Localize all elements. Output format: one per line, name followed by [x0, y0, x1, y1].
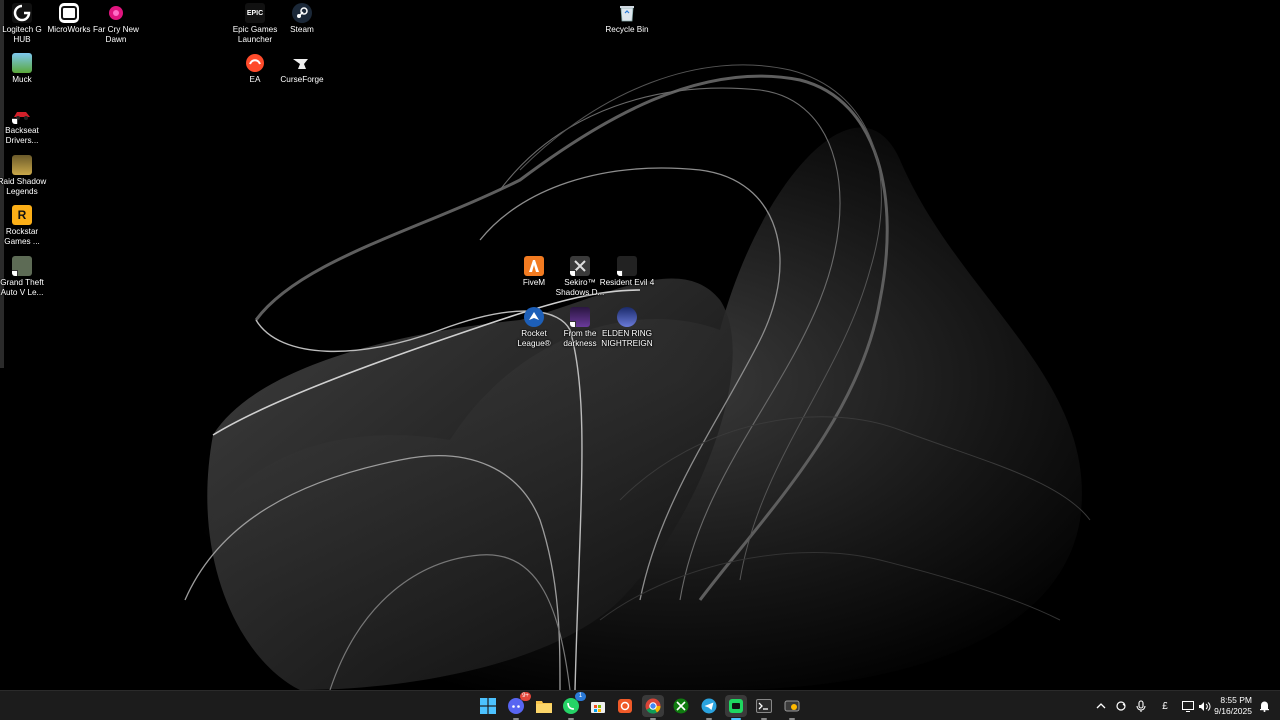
desktop-icon-label: Raid Shadow Legends — [0, 177, 47, 196]
desktop-icon-resident-evil-4[interactable]: Resident Evil 4 — [599, 256, 655, 288]
shortcut-arrow-icon — [570, 321, 576, 327]
taskbar-gamebar[interactable] — [781, 695, 803, 720]
discord-badge: 9+ — [520, 692, 531, 701]
desktop-icon-label: Rockstar Games ... — [4, 227, 40, 246]
taskbar-xbox[interactable] — [670, 695, 692, 717]
sekiro-icon — [570, 256, 590, 276]
taskbar-clock[interactable]: 8:55 PM 9/16/2025 — [1214, 695, 1252, 717]
muck-icon — [12, 53, 32, 73]
desktop-icon-label: Steam — [290, 25, 314, 34]
taskbar-telegram[interactable] — [698, 695, 720, 720]
from-the-darkness-icon — [570, 307, 590, 327]
green-app-icon — [729, 699, 743, 713]
recycle-bin-icon — [617, 3, 637, 23]
desktop-icon-far-cry-new-dawn[interactable]: Far Cry New Dawn — [88, 3, 144, 45]
gamebar-icon — [784, 700, 800, 712]
raid-shadow-legends-icon — [12, 155, 32, 175]
taskbar: 9+ 1 £ 8:55 PM 9/16/2025 — [0, 690, 1280, 720]
windows-logo-icon — [480, 698, 496, 714]
desktop-icon-recycle-bin[interactable]: Recycle Bin — [599, 3, 655, 35]
curseforge-icon — [292, 53, 312, 73]
shortcut-arrow-icon — [617, 270, 623, 276]
desktop-icon-elden-ring-nightreign[interactable]: ELDEN RING NIGHTREIGN — [599, 307, 655, 349]
desktop-icon-label: Grand Theft Auto V Le... — [0, 278, 44, 297]
shortcut-arrow-icon — [570, 270, 576, 276]
tray-volume-icon[interactable] — [1197, 699, 1211, 713]
desktop-icon-label: ELDEN RING NIGHTREIGN — [601, 329, 653, 348]
desktop-icon-muck[interactable]: Muck — [0, 53, 50, 85]
chrome-icon — [645, 698, 661, 714]
gta-v-icon — [12, 256, 32, 276]
rocket-league-icon — [524, 307, 544, 327]
resident-evil-4-icon — [617, 256, 637, 276]
tray-overflow-chevron-icon[interactable] — [1094, 699, 1108, 713]
shortcut-arrow-icon — [12, 118, 18, 124]
shortcut-arrow-icon — [12, 270, 18, 276]
tray-network-icon[interactable] — [1181, 699, 1195, 713]
taskbar-chrome[interactable] — [642, 695, 664, 720]
tray-microphone-icon[interactable] — [1134, 699, 1148, 713]
epic-games-icon: EPIC — [245, 3, 265, 23]
tray-language-indicator[interactable]: £ — [1158, 699, 1172, 713]
desktop-icon-gta-v[interactable]: Grand Theft Auto V Le... — [0, 256, 50, 298]
taskbar-file-explorer[interactable] — [533, 695, 555, 717]
telegram-icon — [701, 698, 717, 714]
desktop-icon-label: CurseForge — [280, 75, 324, 84]
store-icon — [591, 702, 605, 713]
taskbar-whatsapp[interactable]: 1 — [560, 692, 586, 720]
taskbar-discord[interactable]: 9+ — [505, 692, 531, 720]
elden-ring-nightreign-icon — [617, 307, 637, 327]
taskbar-terminal[interactable] — [753, 695, 775, 720]
steam-icon — [292, 3, 312, 23]
desktop-icon-label: Resident Evil 4 — [599, 278, 655, 287]
start-button[interactable] — [477, 695, 499, 717]
desktop-icon-label: Backseat Drivers... — [5, 126, 39, 145]
tray-sync-icon[interactable] — [1114, 699, 1128, 713]
ea-icon — [245, 53, 265, 73]
desktop-icon-curseforge[interactable]: CurseForge — [274, 53, 330, 85]
clock-time: 8:55 PM — [1220, 695, 1252, 705]
rockstar-icon: R — [12, 205, 32, 225]
terminal-icon — [756, 699, 772, 713]
logitech-g-icon — [12, 3, 32, 23]
desktop-icon-label: Muck — [12, 75, 32, 84]
taskbar-snipping-tool[interactable] — [614, 695, 636, 717]
desktop-icon-backseat-drivers[interactable]: Backseat Drivers... — [0, 104, 50, 146]
desktop-icon-label: Far Cry New Dawn — [93, 25, 139, 44]
whatsapp-badge: 1 — [575, 692, 586, 701]
desktop-icon-steam[interactable]: Steam — [274, 3, 330, 35]
backseat-drivers-icon — [12, 104, 32, 124]
fivem-icon — [524, 256, 544, 276]
notification-bell-icon[interactable] — [1257, 699, 1271, 713]
desktop-icon-rockstar-games[interactable]: R Rockstar Games ... — [0, 205, 50, 247]
microworks-icon — [59, 3, 79, 23]
xbox-icon — [673, 698, 689, 714]
desktop-icon-raid-shadow-legends[interactable]: Raid Shadow Legends — [0, 155, 50, 197]
folder-icon — [536, 701, 552, 713]
snipping-tool-icon — [618, 699, 632, 713]
taskbar-active-app[interactable] — [725, 695, 747, 720]
clock-date: 9/16/2025 — [1214, 706, 1252, 716]
far-cry-icon — [106, 3, 126, 23]
desktop-icon-label: Recycle Bin — [605, 25, 649, 34]
taskbar-microsoft-store[interactable] — [587, 695, 609, 717]
